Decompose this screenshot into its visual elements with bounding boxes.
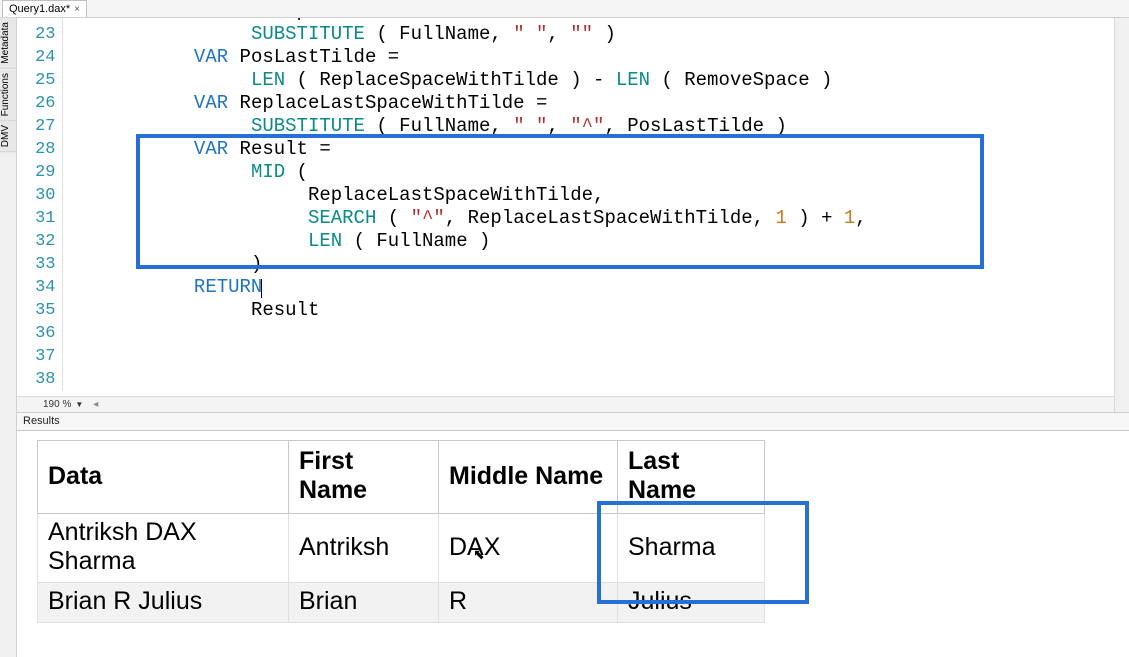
cell: R [439, 583, 618, 623]
line-number: 25 [17, 69, 62, 92]
results-pane: Results Data First Name Middle Name Last… [17, 413, 1129, 657]
code-line[interactable]: MID ( [62, 161, 1115, 184]
line-number: 30 [17, 184, 62, 207]
line-number: 29 [17, 161, 62, 184]
code-line[interactable]: SUBSTITUTE ( FullName, " ", "" ) [62, 23, 1115, 46]
table-header-row: Data First Name Middle Name Last Name [38, 441, 765, 514]
code-line[interactable] [62, 368, 1115, 391]
code-line[interactable] [62, 345, 1115, 368]
sidebar-item-dmv[interactable]: DMV [0, 121, 16, 152]
code-lines: 22 VAR RemoveSpace23 SUBSTITUTE ( FullNa… [17, 18, 1115, 391]
code-line[interactable]: LEN ( FullName ) [62, 230, 1115, 253]
close-icon[interactable]: × [74, 4, 80, 15]
line-number: 35 [17, 299, 62, 322]
sidebar-item-functions[interactable]: Functions [0, 69, 16, 121]
line-number: 26 [17, 92, 62, 115]
col-middle[interactable]: Middle Name [439, 441, 618, 514]
code-line[interactable] [62, 322, 1115, 345]
line-number: 34 [17, 276, 62, 299]
code-line[interactable]: VAR PosLastTilde = [62, 46, 1115, 69]
code-line[interactable]: SEARCH ( "^", ReplaceLastSpaceWithTilde,… [62, 207, 1115, 230]
code-line[interactable]: Result [62, 299, 1115, 322]
cell: Brian R Julius [38, 583, 289, 623]
cell: Antriksh [289, 514, 439, 583]
side-tool-tabs: Metadata Functions DMV [0, 18, 17, 657]
zoom-dropdown-icon[interactable]: ▼ [75, 400, 83, 409]
zoom-bar: 190 % ▼ ◂ [17, 396, 1129, 412]
code-line[interactable]: RETURN [62, 276, 1115, 299]
cell: Sharma [618, 514, 765, 583]
document-tab[interactable]: Query1.dax* × [2, 0, 87, 17]
code-line[interactable]: SUBSTITUTE ( FullName, " ", "^", PosLast… [62, 115, 1115, 138]
line-number: 32 [17, 230, 62, 253]
code-line[interactable]: LEN ( ReplaceSpaceWithTilde ) - LEN ( Re… [62, 69, 1115, 92]
cell: Antriksh DAX Sharma [38, 514, 289, 583]
cell: Brian [289, 583, 439, 623]
line-number: 27 [17, 115, 62, 138]
line-number: 33 [17, 253, 62, 276]
table-row[interactable]: Antriksh DAX SharmaAntrikshDAXSharma [38, 514, 765, 583]
zoom-value[interactable]: 190 % [43, 399, 71, 410]
code-line[interactable]: VAR Result = [62, 138, 1115, 161]
col-first[interactable]: First Name [289, 441, 439, 514]
zoom-scroll-icon[interactable]: ◂ [93, 399, 98, 410]
line-number: 24 [17, 46, 62, 69]
code-line[interactable]: ) [62, 253, 1115, 276]
tab-label: Query1.dax* [9, 3, 70, 15]
results-grid: Data First Name Middle Name Last Name An… [37, 440, 1129, 623]
line-number: 37 [17, 345, 62, 368]
results-title: Results [17, 413, 1129, 431]
code-editor[interactable]: 22 VAR RemoveSpace23 SUBSTITUTE ( FullNa… [17, 18, 1129, 413]
sidebar-item-metadata[interactable]: Metadata [0, 18, 16, 69]
cell: Julius [618, 583, 765, 623]
col-last[interactable]: Last Name [618, 441, 765, 514]
line-number: 23 [17, 23, 62, 46]
tab-strip: Query1.dax* × [0, 0, 1129, 18]
code-line[interactable]: ReplaceLastSpaceWithTilde, [62, 184, 1115, 207]
line-number: 38 [17, 368, 62, 391]
cell: DAX [439, 514, 618, 583]
line-number: 28 [17, 138, 62, 161]
col-data[interactable]: Data [38, 441, 289, 514]
line-number: 31 [17, 207, 62, 230]
code-line[interactable]: VAR ReplaceLastSpaceWithTilde = [62, 92, 1115, 115]
line-number: 36 [17, 322, 62, 345]
table-row[interactable]: Brian R JuliusBrianRJulius [38, 583, 765, 623]
